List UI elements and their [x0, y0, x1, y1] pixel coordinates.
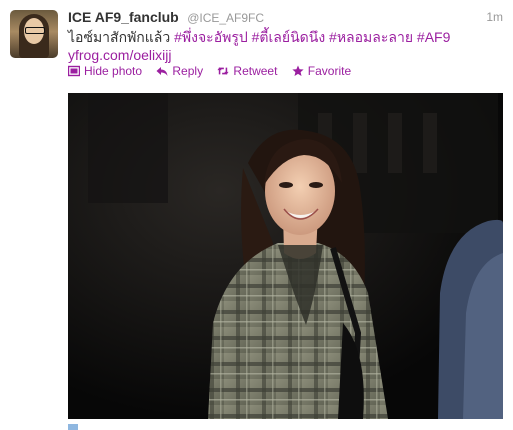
reply-arrow-icon	[156, 67, 168, 76]
hashtag-link[interactable]: #AF9	[417, 29, 450, 45]
retweet-label: Retweet	[233, 64, 278, 78]
media-link[interactable]: yfrog.com/oelixijj	[68, 47, 171, 63]
star-icon	[292, 65, 304, 76]
expand-indicator-icon	[68, 424, 78, 430]
hashtag-link[interactable]: #พึ่งจะอัพรูป	[174, 29, 248, 45]
favorite-button[interactable]: Favorite	[292, 64, 351, 78]
tweet: ICE AF9_fanclub @ICE_AF9FC 1m ไอซ์มาสักพ…	[0, 0, 513, 430]
photo-icon	[68, 65, 80, 77]
avatar[interactable]	[10, 10, 58, 58]
tweet-timestamp[interactable]: 1m	[486, 10, 503, 24]
tweet-text-body: ไอซ์มาสักพักแล้ว	[68, 29, 171, 45]
retweet-icon	[217, 67, 229, 75]
tweet-text: ไอซ์มาสักพักแล้ว #พึ่งจะอัพรูป #ตี้เลย์น…	[68, 28, 498, 64]
hide-photo-label: Hide photo	[84, 64, 143, 78]
tweet-actions: Hide photo Reply Retweet Favorite	[68, 64, 362, 80]
hashtag-link[interactable]: #หลอมละลาย	[329, 29, 413, 45]
hashtag-link[interactable]: #ตี้เลย์นิดนึง	[252, 29, 326, 45]
user-handle[interactable]: @ICE_AF9FC	[187, 11, 264, 25]
reply-button[interactable]: Reply	[156, 64, 203, 78]
photo-image	[68, 93, 503, 419]
retweet-button[interactable]: Retweet	[217, 64, 277, 78]
reply-label: Reply	[172, 64, 204, 78]
user-fullname[interactable]: ICE AF9_fanclub	[68, 9, 179, 25]
tweet-header: ICE AF9_fanclub @ICE_AF9FC 1m	[68, 9, 503, 27]
hide-photo-button[interactable]: Hide photo	[68, 64, 142, 78]
tweet-photo[interactable]	[68, 93, 503, 419]
favorite-label: Favorite	[307, 64, 352, 78]
